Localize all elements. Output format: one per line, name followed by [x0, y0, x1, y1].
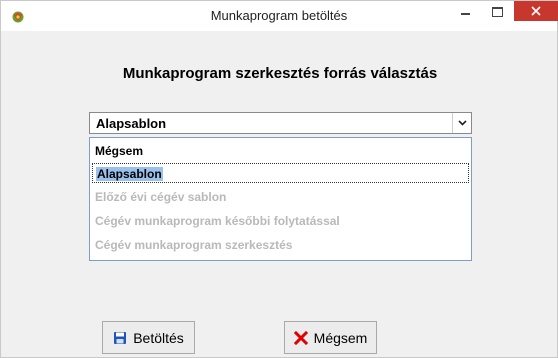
minimize-icon — [460, 12, 470, 15]
dropdown-item-munkaprogram-folytatas: Cégév munkaprogram későbbi folytatással — [92, 211, 469, 231]
maximize-button[interactable] — [483, 1, 511, 23]
title-bar[interactable]: Munkaprogram betöltés — [1, 1, 558, 31]
page-title: Munkaprogram szerkesztés forrás választá… — [122, 65, 438, 82]
red-x-icon — [293, 330, 308, 345]
dropdown-list: Mégsem Alapsablon Előző évi cégév sablon… — [89, 137, 472, 261]
chevron-down-icon — [457, 120, 467, 126]
close-icon — [531, 6, 541, 16]
dropdown-item-label: Alapsablon — [96, 167, 163, 181]
dropdown-item-alapsablon[interactable]: Alapsablon — [92, 163, 469, 183]
dropdown-item-label: Előző évi cégév sablon — [95, 190, 227, 204]
combobox-dropdown-button[interactable] — [452, 113, 471, 133]
dropdown-item-megsem[interactable]: Mégsem — [92, 141, 469, 161]
dropdown-item-label: Cégév munkaprogram szerkesztés — [95, 238, 293, 252]
dropdown-item-elozo-evi-sablon: Előző évi cégév sablon — [92, 187, 469, 207]
dialog-window: Munkaprogram betöltés Munkaprogram szerk… — [0, 0, 558, 358]
dropdown-item-label: Mégsem — [95, 144, 144, 158]
floppy-disk-icon — [114, 331, 127, 344]
load-button[interactable]: Betöltés — [102, 321, 195, 354]
dropdown-item-label: Cégév munkaprogram későbbi folytatással — [95, 214, 340, 228]
load-button-label: Betöltés — [133, 329, 184, 346]
source-combobox[interactable]: Alapsablon — [89, 112, 472, 134]
cancel-button-label: Mégsem — [313, 329, 368, 346]
cancel-button[interactable]: Mégsem — [284, 321, 377, 354]
maximize-icon — [491, 7, 503, 17]
dropdown-item-munkaprogram-szerkesztes: Cégév munkaprogram szerkesztés — [92, 235, 469, 255]
minimize-button[interactable] — [451, 1, 479, 23]
combobox-value: Alapsablon — [96, 116, 167, 131]
close-button[interactable] — [514, 1, 558, 21]
